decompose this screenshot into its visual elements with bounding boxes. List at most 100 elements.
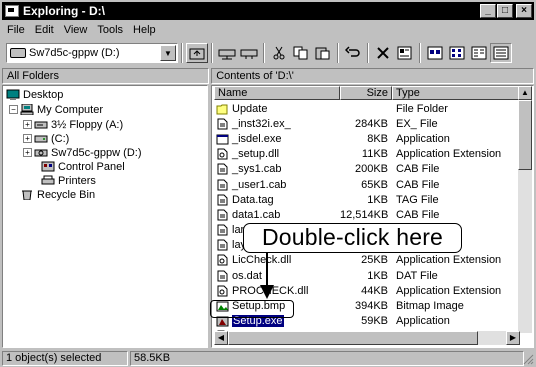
menu-help[interactable]: Help (128, 24, 161, 36)
menu-tools[interactable]: Tools (92, 24, 128, 36)
file-name-cell[interactable]: Update (214, 103, 340, 115)
folder-tree[interactable]: Desktop − My Computer + 3½ Floppy (A:) +… (2, 85, 208, 348)
file-row[interactable]: Data.tag 1KB TAG File (214, 192, 520, 207)
file-size: 1KB (367, 269, 388, 282)
chevron-down-icon[interactable]: ▼ (160, 45, 176, 61)
hard-drive-icon (34, 135, 48, 143)
maximize-button[interactable]: □ (497, 4, 513, 18)
explorer-app-icon[interactable] (5, 5, 19, 17)
vertical-scrollbar[interactable]: ▲ (518, 86, 532, 333)
file-row[interactable]: _setup.dll 11KB Application Extension (214, 147, 520, 162)
computer-icon (20, 104, 34, 115)
file-icon (217, 163, 228, 175)
drive-select[interactable]: Sw7d5c-gppw (D:) ▼ (6, 43, 178, 63)
file-name: _setup.dll (232, 148, 280, 161)
file-name-cell[interactable]: _sys1.cab (214, 163, 340, 175)
file-size: 59KB (361, 315, 388, 328)
scroll-right-button[interactable]: ▶ (506, 331, 520, 345)
map-network-drive-button[interactable] (216, 43, 238, 63)
small-icons-button[interactable] (446, 43, 468, 63)
file-type: CAB File (396, 178, 440, 191)
delete-icon (377, 47, 389, 59)
toolbar-separator (211, 43, 213, 63)
column-header-type[interactable]: Type (392, 86, 520, 100)
menu-view[interactable]: View (59, 24, 93, 36)
file-size: 65KB (361, 178, 388, 191)
floppy-icon (34, 121, 48, 129)
expand-toggle[interactable]: + (23, 134, 32, 143)
file-type: Application (396, 315, 450, 328)
menu-file[interactable]: File (2, 24, 30, 36)
tree-item-recycle-bin[interactable]: Recycle Bin (20, 188, 95, 201)
undo-button[interactable] (342, 43, 364, 63)
file-icon (217, 224, 228, 236)
dll-icon (217, 254, 228, 266)
tree-item-label: Sw7d5c-gppw (D:) (51, 146, 142, 159)
file-name-cell[interactable]: _isdel.exe (214, 133, 340, 145)
file-row[interactable]: _sys1.cab 200KB CAB File (214, 162, 520, 177)
close-button[interactable]: × (516, 4, 532, 18)
file-name-cell[interactable]: _setup.dll (214, 148, 340, 160)
file-row[interactable]: data1.cab 12,514KB CAB File (214, 207, 520, 222)
file-name-cell[interactable]: Data.tag (214, 194, 340, 206)
file-row[interactable]: _inst32i.ex_ 284KB EX_ File (214, 116, 520, 131)
list-view-icon (471, 46, 487, 60)
column-header-size[interactable]: Size (340, 86, 392, 100)
menu-edit[interactable]: Edit (30, 24, 59, 36)
scroll-left-button[interactable]: ◀ (214, 331, 228, 345)
scroll-thumb[interactable] (228, 331, 478, 345)
file-name: data1.cab (232, 208, 281, 221)
tree-item-desktop[interactable]: Desktop (6, 88, 63, 101)
file-row[interactable]: Update File Folder (214, 101, 520, 116)
file-name-cell[interactable]: data1.cab (214, 209, 340, 221)
tree-item-floppy[interactable]: 3½ Floppy (A:) (34, 118, 123, 131)
scroll-thumb[interactable] (518, 100, 532, 170)
copy-button[interactable] (290, 43, 312, 63)
desktop-icon (6, 89, 20, 100)
large-icons-button[interactable] (424, 43, 446, 63)
expand-toggle[interactable]: + (23, 148, 32, 157)
file-name: _isdel.exe (232, 132, 282, 145)
scroll-up-button[interactable]: ▲ (518, 86, 532, 100)
tree-item-my-computer[interactable]: My Computer (20, 103, 103, 116)
file-icon (217, 209, 228, 221)
file-type: CAB File (396, 208, 440, 221)
file-size: 8KB (367, 132, 388, 145)
explorer-window: Exploring - D:\ _ □ × File Edit View Too… (0, 0, 536, 367)
file-type: Bitmap Image (396, 300, 464, 313)
toolbar-separator (263, 43, 265, 63)
file-row[interactable]: _isdel.exe 8KB Application (214, 131, 520, 146)
file-name-cell[interactable]: _inst32i.ex_ (214, 118, 340, 130)
printer-icon (41, 175, 55, 185)
tree-item-printers[interactable]: Printers (41, 174, 96, 187)
expand-toggle[interactable]: + (23, 120, 32, 129)
disconnect-drive-button[interactable] (238, 43, 260, 63)
horizontal-scrollbar[interactable]: ◀ ▶ (214, 331, 520, 345)
tree-item-label: (C:) (51, 132, 70, 145)
cd-drive-icon (34, 149, 48, 157)
collapse-toggle[interactable]: − (9, 105, 18, 114)
file-row[interactable]: _user1.cab 65KB CAB File (214, 177, 520, 192)
file-size: 44KB (361, 284, 388, 297)
file-type: Application (396, 132, 450, 145)
file-name-cell[interactable]: _user1.cab (214, 179, 340, 191)
file-type: EX_ File (396, 117, 438, 130)
column-header-name[interactable]: Name (214, 86, 340, 100)
minimize-button[interactable]: _ (480, 4, 496, 18)
tree-item-label: 3½ Floppy (A:) (51, 118, 124, 131)
setup-exe-highlight (210, 300, 294, 318)
title-bar[interactable]: Exploring - D:\ _ □ × (2, 2, 534, 20)
cut-button[interactable] (268, 43, 290, 63)
resize-grip-icon[interactable] (522, 353, 534, 365)
paste-button[interactable] (312, 43, 334, 63)
tree-item-control-panel[interactable]: Control Panel (41, 160, 125, 173)
tree-item-drive-c[interactable]: (C:) (34, 132, 69, 145)
tree-item-drive-d[interactable]: Sw7d5c-gppw (D:) (34, 146, 141, 159)
delete-button[interactable] (372, 43, 394, 63)
list-view-button[interactable] (468, 43, 490, 63)
file-icon (217, 270, 228, 282)
details-view-button[interactable] (490, 43, 512, 63)
contents-header: Contents of 'D:\' (211, 68, 534, 84)
properties-button[interactable] (394, 43, 416, 63)
up-one-level-button[interactable] (186, 43, 208, 63)
